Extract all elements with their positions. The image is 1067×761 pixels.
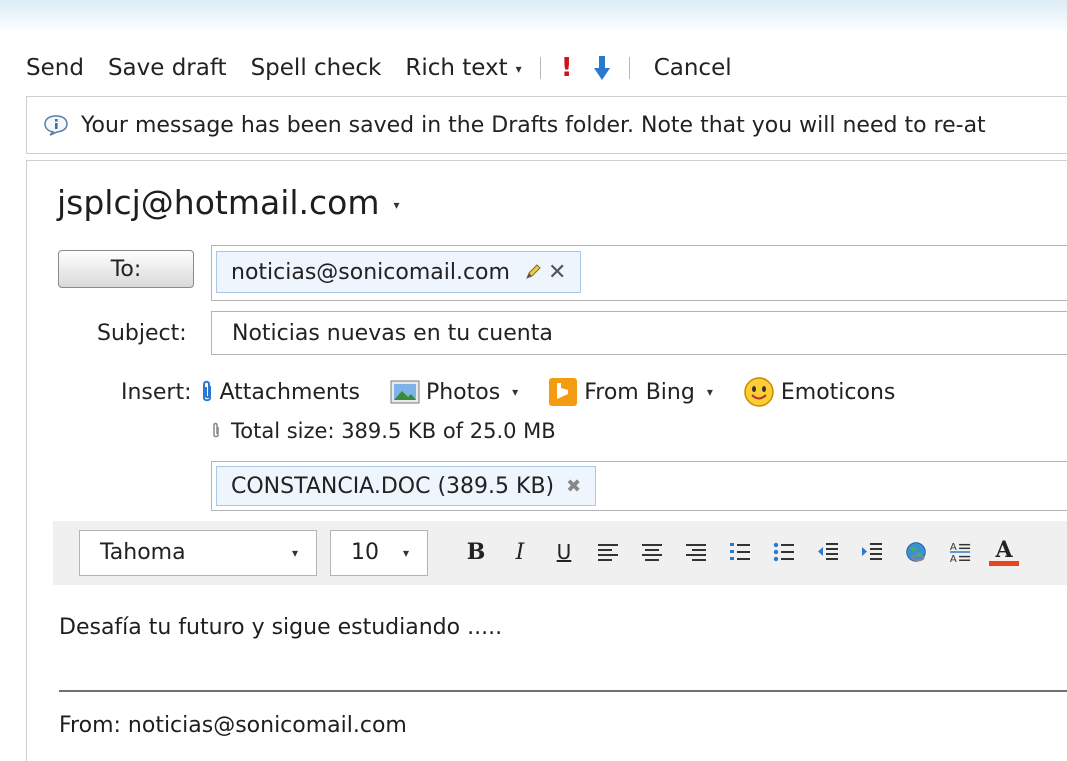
total-size-text: Total size: 389.5 KB of 25.0 MB xyxy=(231,419,556,443)
underline-glyph: U xyxy=(556,540,572,564)
decrease-indent-icon xyxy=(818,543,838,560)
increase-indent-button[interactable] xyxy=(861,535,883,569)
total-size-info: Total size: 389.5 KB of 25.0 MB xyxy=(211,419,556,443)
insert-link-button[interactable] xyxy=(905,535,927,569)
edit-pencil-icon[interactable] xyxy=(524,263,542,281)
from-account-selector[interactable]: jsplcj@hotmail.com ▾ xyxy=(57,183,400,222)
recipient-address: noticias@sonicomail.com xyxy=(231,259,510,285)
send-button[interactable]: Send xyxy=(26,55,84,81)
cancel-button[interactable]: Cancel xyxy=(654,55,732,81)
bulleted-list-button[interactable] xyxy=(773,535,795,569)
photos-button[interactable]: Photos ▾ xyxy=(390,380,518,405)
notice-text: Your message has been saved in the Draft… xyxy=(81,112,986,138)
rich-text-label: Rich text xyxy=(405,55,508,81)
quoted-message-divider xyxy=(59,690,1067,692)
numbered-list-button[interactable] xyxy=(729,535,751,569)
high-importance-icon[interactable]: ! xyxy=(559,53,575,83)
highlight-button[interactable]: AA xyxy=(949,535,971,569)
attachment-chip[interactable]: CONSTANCIA.DOC (389.5 KB) ✖ xyxy=(216,466,597,506)
chevron-down-icon: ▾ xyxy=(393,197,400,212)
to-field[interactable]: noticias@sonicomail.com ✕ xyxy=(211,245,1067,301)
bold-glyph: B xyxy=(466,539,486,565)
from-bing-label: From Bing xyxy=(584,379,695,405)
align-right-button[interactable] xyxy=(685,535,707,569)
align-left-button[interactable] xyxy=(597,535,619,569)
spell-check-button[interactable]: Spell check xyxy=(251,55,382,81)
chevron-down-icon: ▾ xyxy=(515,61,522,76)
bulleted-list-icon xyxy=(773,542,794,562)
from-address: jsplcj@hotmail.com xyxy=(57,183,380,222)
chevron-down-icon: ▾ xyxy=(512,385,519,399)
from-bing-button[interactable]: From Bing ▾ xyxy=(548,377,713,407)
info-bubble-icon xyxy=(44,115,68,136)
font-size-select[interactable]: 10 ▾ xyxy=(330,530,428,576)
align-right-icon xyxy=(686,544,706,561)
bing-icon xyxy=(549,378,578,406)
attachment-name: CONSTANCIA.DOC (389.5 KB) xyxy=(231,473,555,499)
hyperlink-globe-icon xyxy=(906,542,926,562)
subject-input[interactable] xyxy=(211,311,1067,355)
paperclip-icon xyxy=(213,422,219,438)
attachments-label: Attachments xyxy=(219,379,360,405)
attachments-field: CONSTANCIA.DOC (389.5 KB) ✖ xyxy=(211,461,1067,511)
message-body-text[interactable]: Desafía tu futuro y sigue estudiando ...… xyxy=(59,615,502,640)
to-button[interactable]: To: xyxy=(58,250,194,288)
insert-row: Insert: Attachments Photos ▾ From Bing ▾ xyxy=(121,375,925,409)
toolbar-divider xyxy=(539,57,541,79)
paperclip-icon xyxy=(202,380,211,402)
chevron-down-icon: ▾ xyxy=(291,546,298,560)
attachments-button[interactable]: Attachments xyxy=(200,379,360,405)
compose-toolbar: Send Save draft Spell check Rich text ▾ !… xyxy=(0,52,1067,84)
text-highlight-icon: AA xyxy=(949,542,971,565)
recipient-chip[interactable]: noticias@sonicomail.com ✕ xyxy=(216,251,582,293)
toolbar-divider xyxy=(628,57,630,79)
formatting-toolbar: Tahoma ▾ 10 ▾ B I U A A A xyxy=(53,521,1067,585)
chevron-down-icon: ▾ xyxy=(706,385,713,399)
increase-indent-icon xyxy=(862,543,882,560)
save-draft-button[interactable]: Save draft xyxy=(108,55,227,81)
align-left-icon xyxy=(598,544,618,561)
remove-attachment-icon[interactable]: ✖ xyxy=(566,476,581,497)
quoted-from-line: From: noticias@sonicomail.com xyxy=(59,713,407,738)
rich-text-dropdown[interactable]: Rich text ▾ xyxy=(405,55,521,81)
align-center-button[interactable] xyxy=(641,535,663,569)
align-center-icon xyxy=(642,544,662,561)
formatting-buttons: B I U A A A xyxy=(465,535,1037,569)
compose-form: jsplcj@hotmail.com ▾ To: noticias@sonicom… xyxy=(26,160,1067,761)
draft-saved-notice: Your message has been saved in the Draft… xyxy=(26,96,1067,154)
italic-button[interactable]: I xyxy=(509,535,531,569)
font-color-swatch xyxy=(989,560,1019,566)
font-color-button[interactable]: A xyxy=(989,535,1019,569)
insert-label: Insert: xyxy=(121,379,192,405)
decrease-indent-button[interactable] xyxy=(817,535,839,569)
low-importance-icon[interactable] xyxy=(593,54,611,82)
chevron-down-icon: ▾ xyxy=(402,546,409,560)
font-color-glyph: A xyxy=(995,536,1013,563)
remove-recipient-icon[interactable]: ✕ xyxy=(548,260,566,285)
underline-button[interactable]: U xyxy=(553,535,575,569)
window-header-band xyxy=(0,0,1067,34)
photos-label: Photos xyxy=(425,379,501,405)
emoticons-button[interactable]: Emoticons xyxy=(743,376,896,408)
photo-icon xyxy=(390,380,420,404)
emoticons-label: Emoticons xyxy=(780,379,896,405)
font-family-select[interactable]: Tahoma ▾ xyxy=(79,530,317,576)
font-family-value: Tahoma xyxy=(100,540,186,565)
smiley-icon xyxy=(744,377,774,407)
font-size-value: 10 xyxy=(351,540,379,565)
subject-label: Subject: xyxy=(97,321,187,346)
svg-text:A: A xyxy=(950,554,957,565)
bold-button[interactable]: B xyxy=(465,535,487,569)
numbered-list-icon xyxy=(730,543,750,560)
italic-glyph: I xyxy=(515,539,525,565)
